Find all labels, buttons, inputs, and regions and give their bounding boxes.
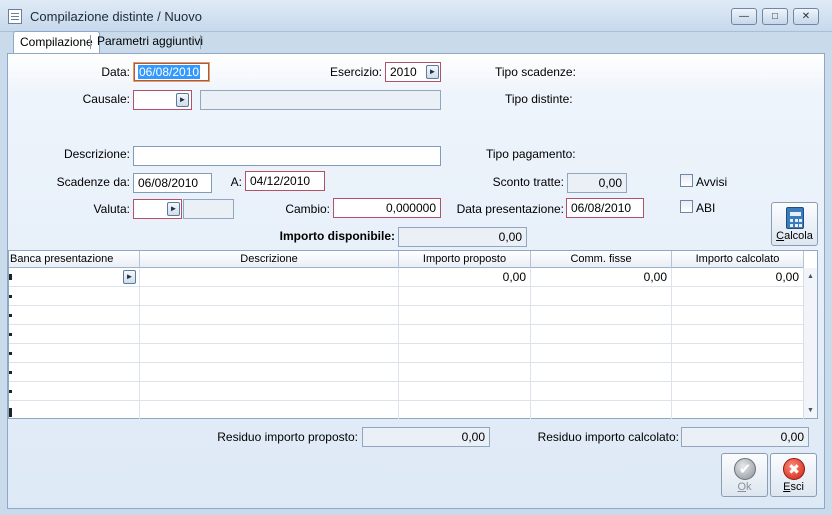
- data-presentazione-label: Data presentazione:: [456, 202, 564, 216]
- scadenze-da-label: Scadenze da:: [56, 175, 130, 189]
- descrizione-field[interactable]: [133, 146, 441, 166]
- row-indicator: [9, 390, 12, 393]
- abi-label: ABI: [696, 201, 716, 215]
- row-indicator: [9, 371, 12, 374]
- document-icon: [8, 9, 22, 24]
- table-row[interactable]: [9, 344, 804, 363]
- row-indicator: [9, 333, 12, 336]
- ok-button[interactable]: ✔ Ok: [721, 453, 768, 497]
- minimize-button[interactable]: —: [731, 8, 757, 25]
- grid-vertical-scrollbar[interactable]: ▲ ▼: [803, 268, 817, 418]
- row-indicator: [9, 352, 12, 355]
- a-label: A:: [230, 175, 242, 189]
- tab-compilazione[interactable]: Compilazione: [13, 31, 100, 54]
- cell-banca[interactable]: ►: [9, 268, 140, 287]
- esci-button[interactable]: ✖ Esci: [770, 453, 817, 497]
- esercizio-zoom-icon[interactable]: ►: [426, 65, 439, 79]
- table-row[interactable]: [9, 287, 804, 306]
- tab-parametri-aggiuntivi[interactable]: Parametri aggiuntivi: [91, 31, 209, 53]
- residuo-calcolato-field: 0,00: [681, 427, 809, 447]
- ok-label: Ok: [737, 481, 752, 493]
- col-comm-fisse[interactable]: Comm. fisse: [531, 251, 672, 268]
- esci-label: Esci: [783, 481, 804, 493]
- valuta-zoom-icon[interactable]: ►: [167, 202, 180, 216]
- col-importo-calcolato[interactable]: Importo calcolato: [672, 251, 804, 268]
- col-importo-proposto[interactable]: Importo proposto: [399, 251, 531, 268]
- table-row[interactable]: [9, 306, 804, 325]
- table-row[interactable]: [9, 382, 804, 401]
- close-button[interactable]: ✕: [793, 8, 819, 25]
- row-indicator: [9, 314, 12, 317]
- tipo-distinte-label: Tipo distinte:: [505, 92, 573, 106]
- checkmark-icon: ✔: [734, 458, 756, 480]
- causale-zoom-icon[interactable]: ►: [176, 93, 189, 107]
- esercizio-label: Esercizio:: [329, 65, 382, 79]
- importo-disponibile-label: Importo disponibile:: [279, 229, 395, 243]
- avvisi-label: Avvisi: [696, 175, 728, 189]
- valuta-description-field: [183, 199, 234, 219]
- scroll-down-icon[interactable]: ▼: [807, 407, 814, 414]
- banca-zoom-icon[interactable]: ►: [123, 270, 136, 284]
- col-banca-presentazione[interactable]: Banca presentazione: [9, 251, 140, 268]
- sconto-tratte-field: 0,00: [567, 173, 627, 193]
- banche-grid[interactable]: Banca presentazione Descrizione Importo …: [8, 250, 818, 420]
- residuo-proposto-field: 0,00: [362, 427, 490, 447]
- data-field[interactable]: 06/08/2010: [133, 62, 210, 82]
- maximize-button[interactable]: □: [762, 8, 788, 25]
- sconto-tratte-label: Sconto tratte:: [492, 175, 564, 189]
- window-title: Compilazione distinte / Nuovo: [30, 9, 202, 24]
- tab-separator: [200, 35, 201, 49]
- avvisi-checkbox[interactable]: [680, 174, 693, 187]
- tab-strip: Compilazione Parametri aggiuntivi: [7, 31, 825, 54]
- cell-importo-proposto[interactable]: 0,00: [399, 268, 531, 287]
- cambio-label: Cambio:: [285, 202, 330, 216]
- title-bar: Compilazione distinte / Nuovo — □ ✕: [0, 0, 832, 32]
- calcola-label: Calcola: [776, 230, 813, 242]
- data-presentazione-field[interactable]: 06/08/2010: [566, 198, 644, 218]
- calcola-button[interactable]: Calcola: [771, 202, 818, 246]
- causale-label: Causale:: [82, 92, 130, 106]
- cell-importo-calcolato[interactable]: 0,00: [672, 268, 804, 287]
- grid-header: Banca presentazione Descrizione Importo …: [9, 251, 804, 268]
- row-indicator: [9, 408, 12, 417]
- data-value: 06/08/2010: [138, 65, 201, 79]
- data-label: Data:: [101, 65, 130, 79]
- cell-comm-fisse[interactable]: 0,00: [531, 268, 672, 287]
- causale-description-field: [200, 90, 441, 110]
- table-row[interactable]: ► 0,00 0,00 0,00: [9, 268, 804, 287]
- scadenze-da-field[interactable]: 06/08/2010: [133, 173, 212, 193]
- abi-checkbox[interactable]: [680, 200, 693, 213]
- descrizione-label: Descrizione:: [63, 147, 130, 161]
- table-row[interactable]: [9, 363, 804, 382]
- a-field[interactable]: 04/12/2010: [245, 171, 325, 191]
- cell-descrizione[interactable]: [140, 268, 399, 287]
- valuta-label: Valuta:: [93, 202, 130, 216]
- row-indicator: [9, 295, 12, 298]
- col-descrizione[interactable]: Descrizione: [140, 251, 399, 268]
- table-row[interactable]: [9, 401, 804, 420]
- close-x-icon: ✖: [783, 458, 805, 480]
- calculator-icon: [786, 207, 804, 229]
- tipo-scadenze-label: Tipo scadenze:: [495, 65, 576, 79]
- cambio-field[interactable]: 0,000000: [333, 198, 441, 218]
- table-row[interactable]: [9, 325, 804, 344]
- current-row-indicator: [9, 274, 12, 280]
- residuo-proposto-label: Residuo importo proposto:: [217, 430, 358, 444]
- scroll-up-icon[interactable]: ▲: [807, 273, 814, 280]
- esercizio-value: 2010: [390, 65, 417, 79]
- importo-disponibile-field: 0,00: [398, 227, 527, 247]
- residuo-calcolato-label: Residuo importo calcolato:: [537, 430, 679, 444]
- tipo-pagamento-label: Tipo pagamento:: [486, 147, 576, 161]
